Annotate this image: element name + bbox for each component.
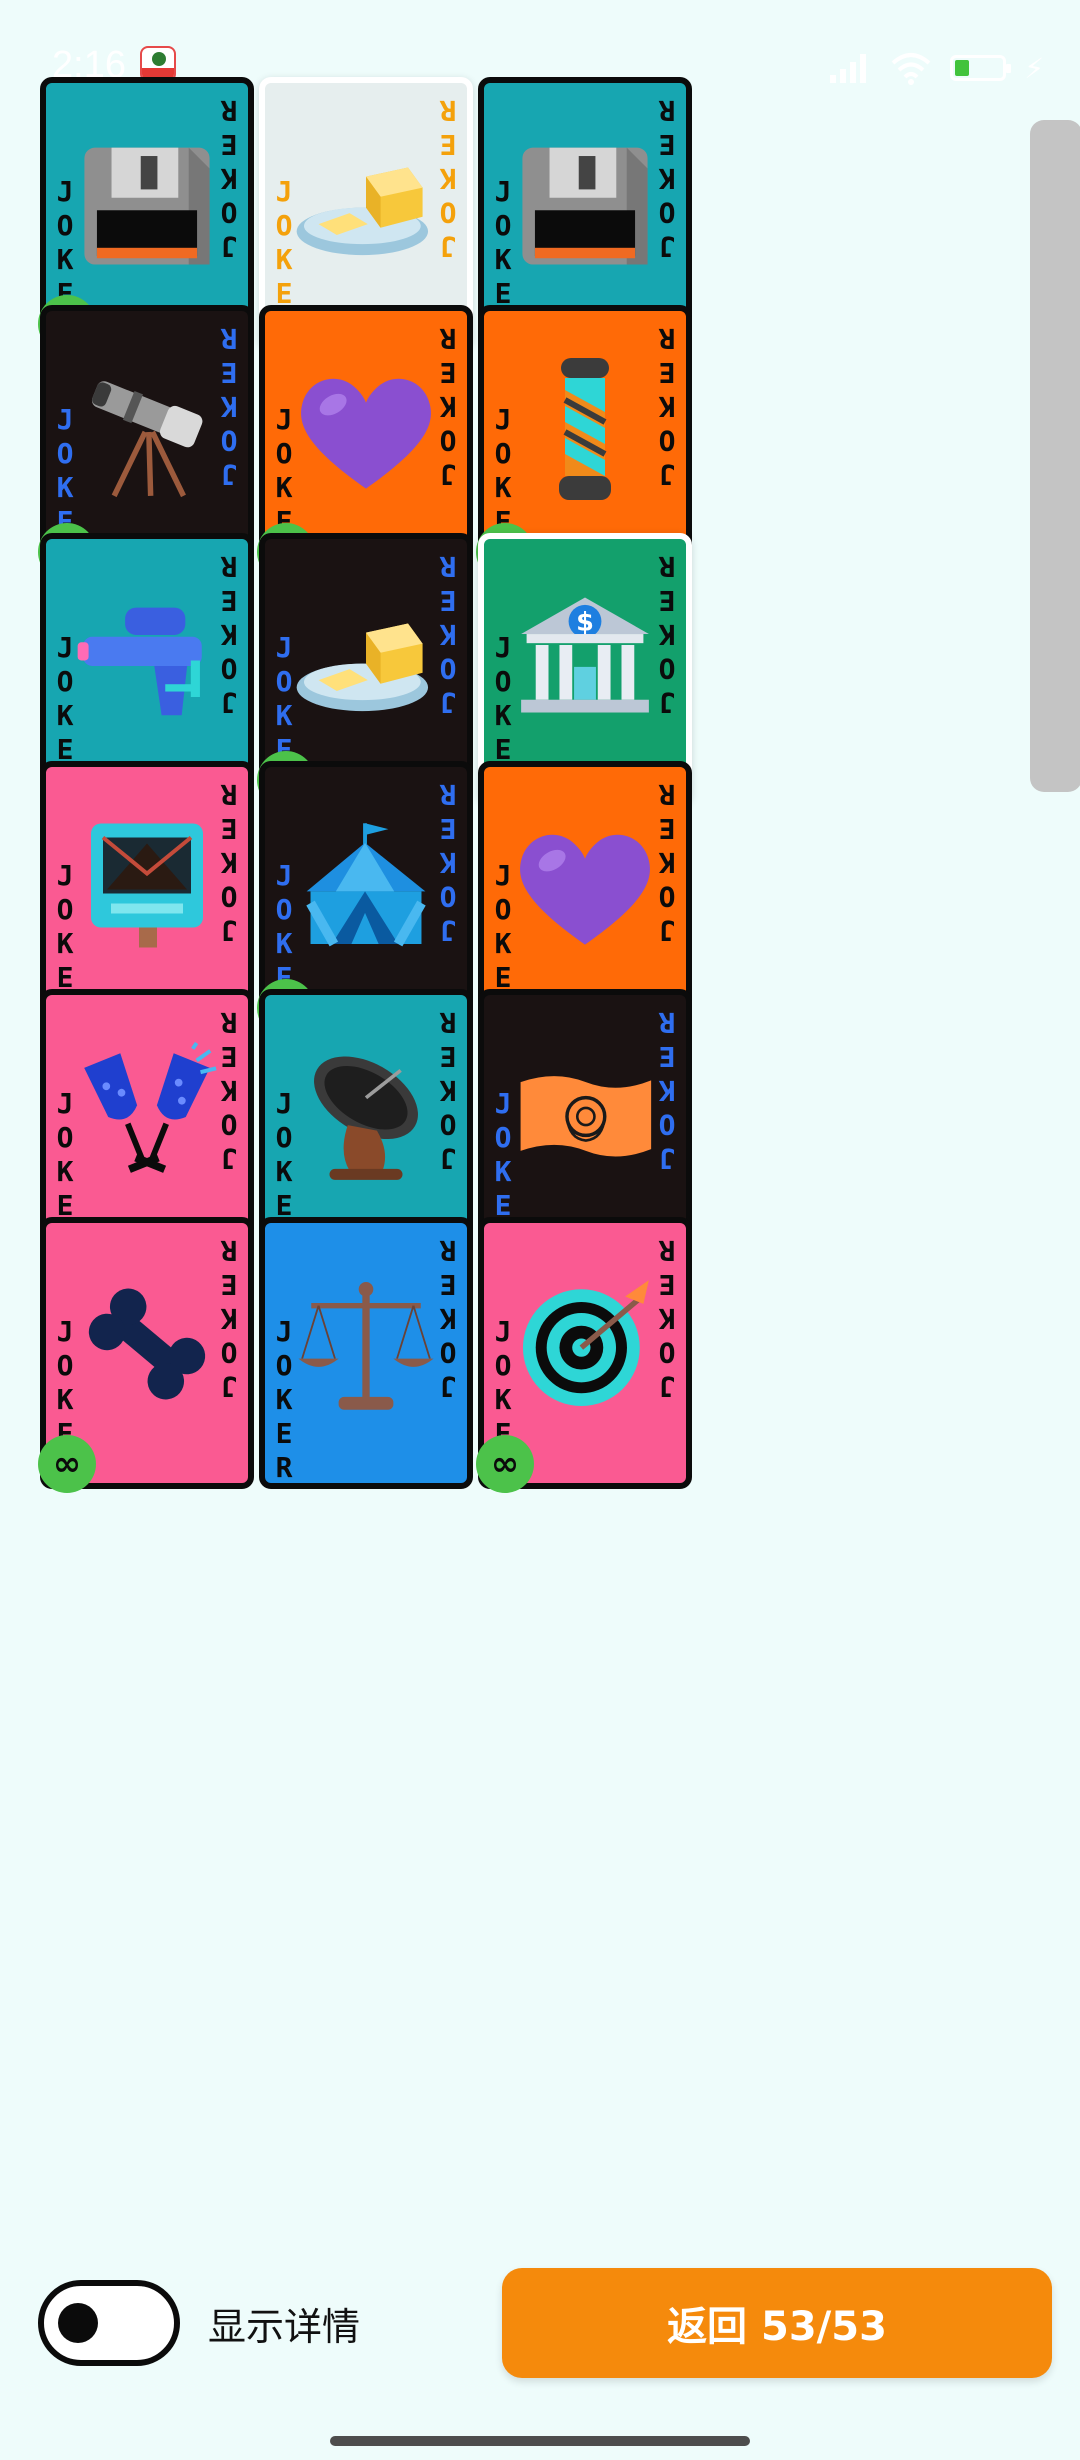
svg-text:$: $ bbox=[576, 607, 594, 637]
toggle-knob bbox=[58, 2303, 98, 2343]
scrollbar[interactable] bbox=[1030, 120, 1080, 792]
home-indicator bbox=[330, 2436, 750, 2446]
bone-icon bbox=[74, 1259, 220, 1429]
balance-scale-icon bbox=[293, 1259, 439, 1429]
card-bone[interactable]: JOKERJOKER∞ bbox=[38, 1217, 254, 1493]
clinking-glasses-icon bbox=[74, 1031, 220, 1201]
purple-heart-icon bbox=[512, 803, 658, 973]
circus-tent-icon bbox=[293, 803, 439, 973]
barber-pole-icon bbox=[512, 347, 658, 517]
floppy-disk-icon bbox=[74, 119, 220, 289]
united-nations-flag-icon bbox=[512, 1031, 658, 1201]
floppy-disk-icon bbox=[512, 119, 658, 289]
butter-icon bbox=[293, 119, 439, 289]
satellite-antenna-icon bbox=[293, 1031, 439, 1201]
infinity-badge: ∞ bbox=[38, 1435, 96, 1493]
show-details-toggle[interactable] bbox=[38, 2280, 180, 2366]
bank-icon: $ bbox=[512, 575, 658, 745]
purple-heart-icon bbox=[293, 347, 439, 517]
bullseye-icon bbox=[512, 1259, 658, 1429]
return-button[interactable]: 返回 53/53 bbox=[502, 2268, 1052, 2378]
show-details-label: 显示详情 bbox=[208, 2305, 361, 2349]
butter-icon bbox=[293, 575, 439, 745]
telescope-icon bbox=[74, 347, 220, 517]
mailbox-icon bbox=[74, 803, 220, 973]
water-pistol-icon bbox=[74, 575, 220, 745]
card-bullseye[interactable]: JOKERJOKER∞ bbox=[476, 1217, 692, 1493]
card-grid: JOKERJOKER∞JOKERJOKERJOKERJOKERJOKERJOKE… bbox=[0, 0, 1080, 2230]
infinity-badge: ∞ bbox=[476, 1435, 534, 1493]
card-balance-scale[interactable]: JOKERJOKER bbox=[259, 1217, 473, 1489]
